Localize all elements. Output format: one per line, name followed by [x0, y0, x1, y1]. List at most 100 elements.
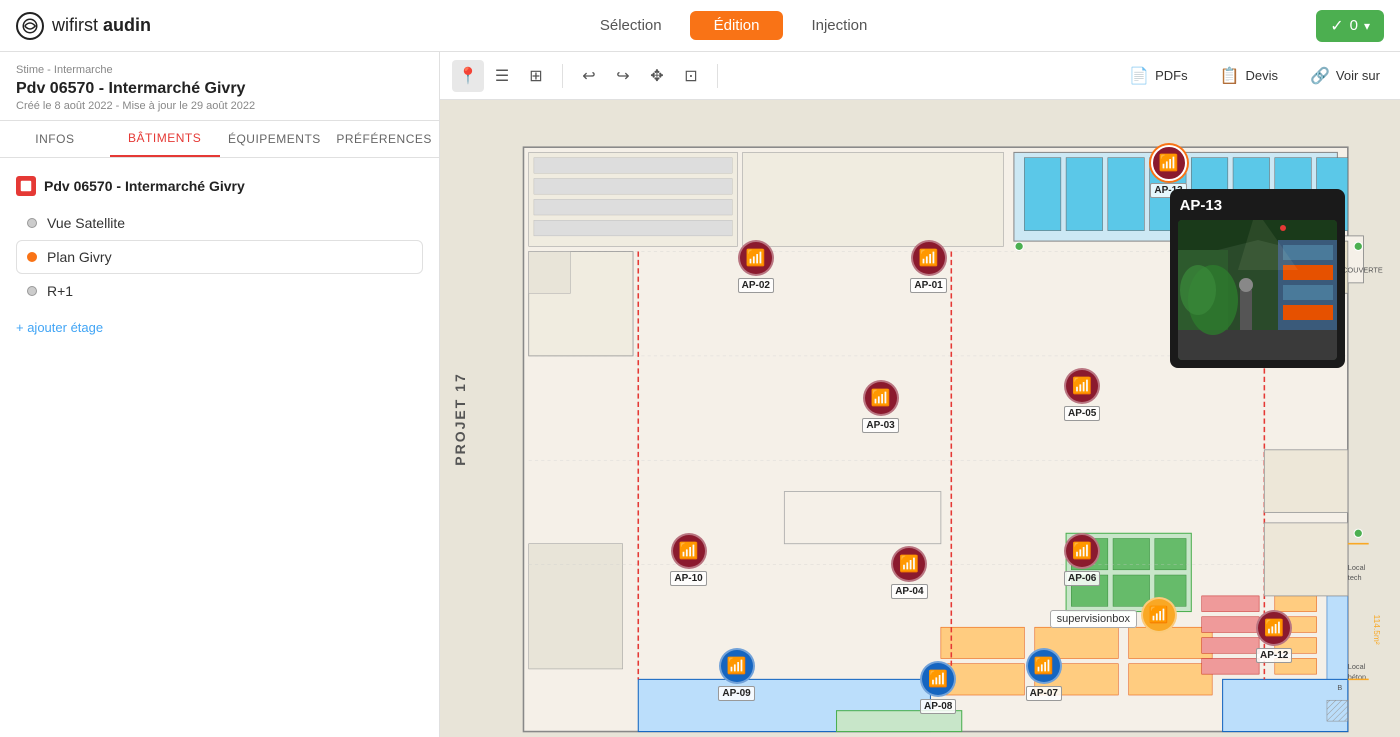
tab-batiments[interactable]: BÂTIMENTS: [110, 121, 220, 157]
wifi-icon: 📶: [871, 388, 891, 408]
tab-preferences[interactable]: PRÉFÉRENCES: [329, 121, 439, 157]
wifi-icon: 📶: [746, 248, 766, 268]
ap-circle[interactable]: 📶: [1256, 610, 1292, 646]
ap-marker-ap09[interactable]: 📶 AP-09: [718, 648, 754, 701]
ap-marker-ap12[interactable]: 📶 AP-12: [1256, 610, 1292, 663]
toolbar-right: 📄 PDFs 📋 Devis 🔗 Voir sur: [1121, 62, 1388, 90]
ap-circle[interactable]: 📶: [738, 240, 774, 276]
voir-sur-label: Voir sur: [1336, 68, 1380, 83]
svg-text:Local: Local: [1348, 563, 1366, 572]
floor-item-plan-givry[interactable]: Plan Givry: [16, 240, 423, 274]
toolbar-grid-button[interactable]: ⊞: [520, 60, 552, 92]
wifi-icon: 📶: [928, 669, 948, 689]
toolbar-edit-group: ↩ ↪ ✥ ⊡: [573, 60, 707, 92]
sidebar: Stime - Intermarche Pdv 06570 - Intermar…: [0, 52, 440, 737]
ap-label: AP-08: [920, 699, 956, 714]
toolbar-separator-1: [562, 64, 563, 88]
counter-button[interactable]: ✓ 0 ▾: [1316, 10, 1384, 42]
toolbar-pin-button[interactable]: 📍: [452, 60, 484, 92]
ap-marker-ap02[interactable]: 📶 AP-02: [738, 240, 774, 293]
wifi-icon: 📶: [1034, 656, 1054, 676]
ap-marker-ap05[interactable]: 📶 AP-05: [1064, 368, 1100, 421]
counter-value: 0: [1350, 17, 1358, 34]
pdf-icon: 📄: [1129, 66, 1149, 86]
wifi-icon: 📶: [919, 248, 939, 268]
breadcrumb: Stime - Intermarche: [16, 64, 423, 76]
tab-edition[interactable]: Édition: [690, 11, 784, 40]
devis-icon: 📋: [1220, 66, 1240, 86]
ap-circle[interactable]: 📶: [911, 240, 947, 276]
sidebar-header: Stime - Intermarche Pdv 06570 - Intermar…: [0, 52, 439, 121]
ap-marker-supbox[interactable]: 📶: [1141, 597, 1177, 633]
supervision-box: supervisionbox: [1050, 610, 1137, 628]
wifi-icon: 📶: [1149, 605, 1169, 625]
ap-circle[interactable]: 📶: [863, 380, 899, 416]
tab-equipements[interactable]: ÉQUIPEMENTS: [220, 121, 330, 157]
floor-list: Vue Satellite Plan Givry R+1: [16, 206, 423, 308]
floor-item-vue-satellite[interactable]: Vue Satellite: [16, 206, 423, 240]
app-header: wifirst audin Sélection Édition Injectio…: [0, 0, 1400, 52]
floor-dot: [27, 286, 37, 296]
toolbar-separator-2: [717, 64, 718, 88]
toolbar-view-group: 📍 ☰ ⊞: [452, 60, 552, 92]
svg-text:tech: tech: [1348, 573, 1362, 582]
toolbar-list-button[interactable]: ☰: [486, 60, 518, 92]
popup-title: AP-13: [1178, 197, 1337, 214]
ap-circle[interactable]: 📶: [1064, 368, 1100, 404]
svg-text:Local: Local: [1348, 662, 1366, 671]
ap-circle[interactable]: 📶: [1026, 648, 1062, 684]
logo: wifirst audin: [16, 12, 151, 40]
tab-injection[interactable]: Injection: [787, 11, 891, 40]
tab-infos[interactable]: INFOS: [0, 121, 110, 157]
devis-button[interactable]: 📋 Devis: [1212, 62, 1286, 90]
wifi-icon: 📶: [1159, 153, 1179, 173]
ap-label: AP-05: [1064, 406, 1100, 421]
toolbar-select-button[interactable]: ⊡: [675, 60, 707, 92]
ap-circle[interactable]: 📶: [719, 648, 755, 684]
map-area: 📍 ☰ ⊞ ↩ ↪ ✥ ⊡ 📄 PDFs 📋 Devis: [440, 52, 1400, 737]
ap-label: AP-10: [670, 571, 706, 586]
chevron-down-icon: ▾: [1364, 19, 1370, 33]
ap-circle[interactable]: 📶: [1064, 533, 1100, 569]
wifi-icon: 📶: [899, 554, 919, 574]
ap-marker-ap01[interactable]: 📶 AP-01: [910, 240, 946, 293]
wifi-icon: 📶: [1072, 376, 1092, 396]
toolbar-undo-button[interactable]: ↩: [573, 60, 605, 92]
ap-label: AP-04: [891, 584, 927, 599]
ap-marker-ap10[interactable]: 📶 AP-10: [670, 533, 706, 586]
logo-icon: [16, 12, 44, 40]
floor-plan-container[interactable]: Dalle Lissée SUR COUVERTE: [440, 100, 1400, 737]
ap-marker-ap03[interactable]: 📶 AP-03: [862, 380, 898, 433]
ap-marker-ap06[interactable]: 📶 AP-06: [1064, 533, 1100, 586]
floor-item-r1[interactable]: R+1: [16, 274, 423, 308]
wifi-icon: 📶: [1264, 618, 1284, 638]
add-floor-button[interactable]: + ajouter étage: [16, 316, 423, 339]
pdfs-label: PDFs: [1155, 68, 1188, 83]
devis-label: Devis: [1245, 68, 1278, 83]
map-toolbar: 📍 ☰ ⊞ ↩ ↪ ✥ ⊡ 📄 PDFs 📋 Devis: [440, 52, 1400, 100]
ap-marker-ap07[interactable]: 📶 AP-07: [1026, 648, 1062, 701]
main-content: Stime - Intermarche Pdv 06570 - Intermar…: [0, 52, 1400, 737]
ap-marker-ap08[interactable]: 📶 AP-08: [920, 661, 956, 714]
ap-circle[interactable]: 📶: [920, 661, 956, 697]
wifi-icon: 📶: [727, 656, 747, 676]
voir-sur-button[interactable]: 🔗 Voir sur: [1302, 62, 1388, 90]
sidebar-body: Pdv 06570 - Intermarché Givry Vue Satell…: [0, 158, 439, 737]
ap-circle[interactable]: 📶: [891, 546, 927, 582]
toolbar-move-button[interactable]: ✥: [641, 60, 673, 92]
toolbar-redo-button[interactable]: ↪: [607, 60, 639, 92]
tab-selection[interactable]: Sélection: [576, 11, 686, 40]
pdfs-button[interactable]: 📄 PDFs: [1121, 62, 1195, 90]
project-label: PROJET 17: [452, 372, 468, 465]
ap-circle-selected[interactable]: 📶: [1151, 145, 1187, 181]
ap-label: AP-02: [738, 278, 774, 293]
sidebar-meta: Créé le 8 août 2022 - Mise à jour le 29 …: [16, 100, 423, 112]
floor-dot: [27, 218, 37, 228]
ap-popup: AP-13: [1170, 189, 1345, 368]
ap-circle[interactable]: 📶: [1141, 597, 1177, 633]
popup-image: [1178, 220, 1337, 360]
ap-circle[interactable]: 📶: [671, 533, 707, 569]
wifi-icon: 📶: [679, 541, 699, 561]
ap-marker-ap04[interactable]: 📶 AP-04: [891, 546, 927, 599]
building-name: Pdv 06570 - Intermarché Givry: [44, 178, 245, 194]
